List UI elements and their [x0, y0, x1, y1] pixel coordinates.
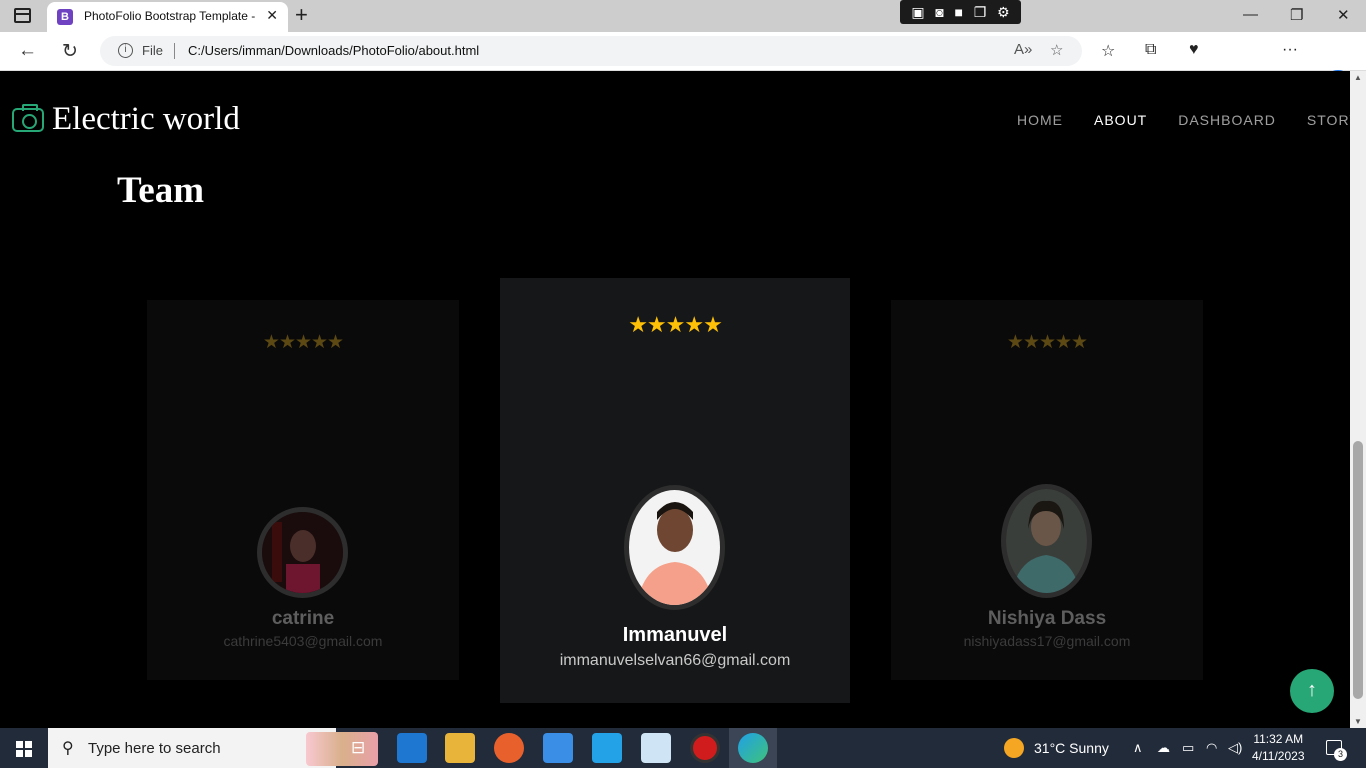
tab-close-icon[interactable]: ✕	[266, 7, 278, 24]
member-email: immanuvelselvan66@gmail.com	[559, 652, 791, 669]
nav-story[interactable]: STORY	[1307, 112, 1350, 128]
back-icon[interactable]: ←	[18, 40, 37, 62]
rating-stars: ★★★★★	[628, 312, 723, 337]
back-to-top-button[interactable]: ↑	[1290, 669, 1334, 713]
vscode-icon[interactable]	[592, 733, 622, 763]
read-aloud-icon[interactable]: A»	[1014, 41, 1032, 58]
main-nav: HOME ABOUT DASHBOARD STORY	[986, 112, 1350, 128]
wifi-icon[interactable]: ◠	[1206, 740, 1217, 756]
section-title: Team	[117, 170, 205, 211]
address-bar[interactable]: i File C:/Users/imman/Downloads/PhotoFol…	[100, 36, 1082, 66]
rating-stars: ★★★★★	[1006, 332, 1088, 353]
member-name: Nishiya Dass	[987, 608, 1107, 629]
collections-icon[interactable]: ⧉	[1145, 41, 1156, 59]
chevron-up-icon[interactable]: ∧	[1133, 740, 1143, 756]
address-toolbar: ← ↻ i File C:/Users/imman/Downloads/Phot…	[0, 32, 1366, 98]
url-text[interactable]: C:/Users/imman/Downloads/PhotoFolio/abou…	[188, 43, 479, 58]
time: 11:32 AM	[1253, 732, 1304, 746]
gear-icon[interactable]: ⚙	[997, 4, 1010, 21]
weather-text: 31°C Sunny	[1034, 740, 1109, 756]
scroll-up-icon[interactable]: ▲	[1354, 73, 1362, 82]
file-camera-icon[interactable]: ▣	[911, 4, 924, 21]
close-window-icon[interactable]: ✕	[1337, 6, 1350, 24]
scroll-down-icon[interactable]: ▼	[1354, 717, 1362, 726]
firefox-icon[interactable]	[494, 733, 524, 763]
bootstrap-favicon-icon: B	[57, 9, 73, 25]
snipping-tool-icon[interactable]	[641, 733, 671, 763]
member-email: nishiyadass17@gmail.com	[963, 633, 1131, 649]
brand-logo[interactable]: Electric world	[12, 101, 240, 138]
capture-toolbar: ▣ ◙ ■ ❐ ⚙	[900, 0, 1021, 24]
camera-logo-icon	[12, 103, 44, 132]
member-email: cathrine5403@gmail.com	[223, 633, 383, 649]
date: 4/11/2023	[1252, 749, 1305, 763]
favorites-icon[interactable]: ☆	[1101, 41, 1115, 61]
nav-about[interactable]: ABOUT	[1094, 112, 1147, 128]
search-icon: ⚲	[62, 740, 74, 757]
video-icon[interactable]: ■	[955, 4, 963, 20]
sun-icon	[1004, 738, 1024, 758]
search-placeholder: Type here to search	[88, 740, 221, 757]
nav-dashboard[interactable]: DASHBOARD	[1178, 112, 1276, 128]
page-content: Electric world HOME ABOUT DASHBOARD STOR…	[0, 71, 1350, 728]
windows-start-icon[interactable]	[16, 741, 32, 757]
search-highlight-image	[306, 732, 378, 766]
divider	[174, 43, 175, 59]
add-favorite-icon[interactable]: ☆	[1050, 41, 1063, 59]
scrollbar-thumb[interactable]	[1353, 441, 1363, 699]
camera-icon[interactable]: ◙	[935, 4, 943, 20]
new-tab-button[interactable]: +	[295, 2, 308, 28]
minimize-icon[interactable]: —	[1243, 6, 1258, 23]
member-photo	[1001, 484, 1092, 598]
team-card[interactable]: ★★★★★ catrine cathrine5403@gmail.com	[147, 300, 459, 680]
volume-icon[interactable]: ◁)	[1228, 740, 1242, 756]
browser-tab[interactable]: B PhotoFolio Bootstrap Template - ✕	[47, 2, 288, 32]
refresh-icon[interactable]: ↻	[62, 40, 78, 63]
member-photo	[624, 485, 725, 610]
info-icon[interactable]: i	[118, 43, 133, 58]
nav-home[interactable]: HOME	[1017, 112, 1063, 128]
notification-icon[interactable]: 3	[1326, 740, 1347, 761]
clock[interactable]: 11:32 AM 4/11/2023	[1252, 731, 1305, 765]
mail-icon[interactable]	[397, 733, 427, 763]
brand-name: Electric world	[52, 101, 240, 137]
screen: B PhotoFolio Bootstrap Template - ✕ + ▣ …	[0, 0, 1366, 768]
page-scrollbar[interactable]: ▲ ▼	[1350, 71, 1366, 728]
more-menu-icon[interactable]: ···	[1282, 41, 1298, 59]
recorder-icon[interactable]	[690, 733, 720, 763]
file-label: File	[142, 43, 163, 58]
health-icon[interactable]: ♥	[1189, 41, 1199, 59]
edge-icon[interactable]	[738, 733, 768, 763]
window-icon[interactable]: ❐	[974, 4, 987, 21]
taskbar-search[interactable]: ⚲ Type here to search	[48, 728, 378, 768]
taskbar: ⚲ Type here to search ⊟ 31°C Sunny ∧ ☁ ▭…	[0, 728, 1366, 768]
restore-icon[interactable]: ❐	[1290, 6, 1303, 24]
task-view-icon[interactable]: ⊟	[351, 738, 365, 758]
notification-count: 3	[1334, 748, 1347, 761]
onedrive-icon[interactable]: ☁	[1157, 740, 1170, 756]
battery-icon[interactable]: ▭	[1182, 740, 1194, 756]
team-card[interactable]: ★★★★★ Nishiya Dass nishiyadass17@gmail.c…	[891, 300, 1203, 680]
tab-title: PhotoFolio Bootstrap Template -	[84, 9, 256, 23]
member-photo	[257, 507, 348, 598]
tab-strip: B PhotoFolio Bootstrap Template - ✕ + ▣ …	[0, 0, 1366, 32]
rating-stars: ★★★★★	[262, 332, 344, 353]
member-name: Immanuvel	[622, 624, 728, 646]
team-card-featured[interactable]: ★★★★★ Immanuvel immanuvelselvan66@gmail.…	[500, 278, 850, 703]
store-icon[interactable]	[543, 733, 573, 763]
weather-widget[interactable]: 31°C Sunny	[1004, 738, 1109, 758]
file-explorer-icon[interactable]	[445, 733, 475, 763]
member-name: catrine	[271, 608, 335, 629]
tab-actions-icon[interactable]	[14, 8, 31, 23]
